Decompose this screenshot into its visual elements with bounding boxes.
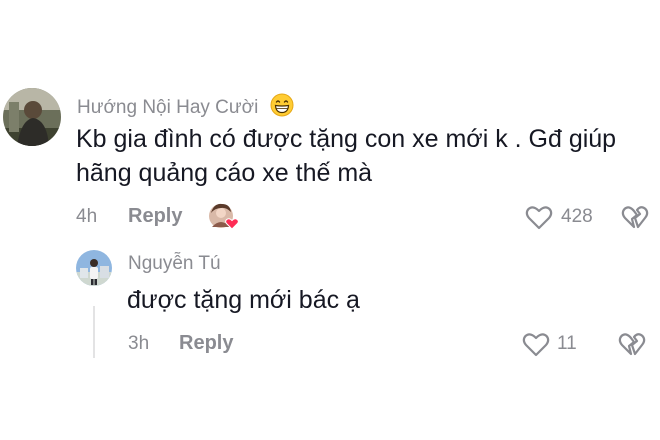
comments-panel: Hướng Nội Hay Cười Kb gia đình có được t…	[0, 0, 660, 440]
comment-timestamp: 4h	[76, 206, 98, 227]
comment-text-line-2: hãng quảng cáo xe thế mà	[76, 159, 373, 187]
heart-outline-icon[interactable]	[525, 204, 553, 230]
comment-text: Kb gia đình có được tặng con xe mới k . …	[76, 122, 616, 190]
reply-timestamp: 3h	[128, 333, 150, 354]
reply-reply-button[interactable]: Reply	[179, 332, 233, 355]
avatar-huong-noi[interactable]	[3, 88, 61, 146]
reply-like-count: 11	[557, 333, 577, 354]
reply-username[interactable]: Nguyễn Tú	[128, 253, 221, 275]
avatar-image	[76, 250, 112, 286]
comment-like-count: 428	[561, 206, 593, 227]
liked-by-creator-avatar-icon	[209, 203, 239, 230]
comment-text-line-1: Kb gia đình có được tặng con xe mới k . …	[76, 125, 617, 153]
broken-heart-icon[interactable]	[618, 331, 646, 357]
reply-text: được tặng mới bác ạ	[127, 286, 360, 314]
comment-reply-button[interactable]: Reply	[128, 205, 182, 228]
thread-line	[93, 306, 95, 358]
broken-heart-icon[interactable]	[621, 204, 649, 230]
heart-outline-icon[interactable]	[522, 331, 550, 357]
grinning-face-icon	[270, 93, 294, 117]
avatar-nguyen-tu[interactable]	[76, 250, 112, 286]
comment-username[interactable]: Hướng Nội Hay Cười	[77, 93, 294, 119]
comment-username-text: Hướng Nội Hay Cười	[77, 97, 259, 118]
avatar-image	[3, 88, 61, 146]
